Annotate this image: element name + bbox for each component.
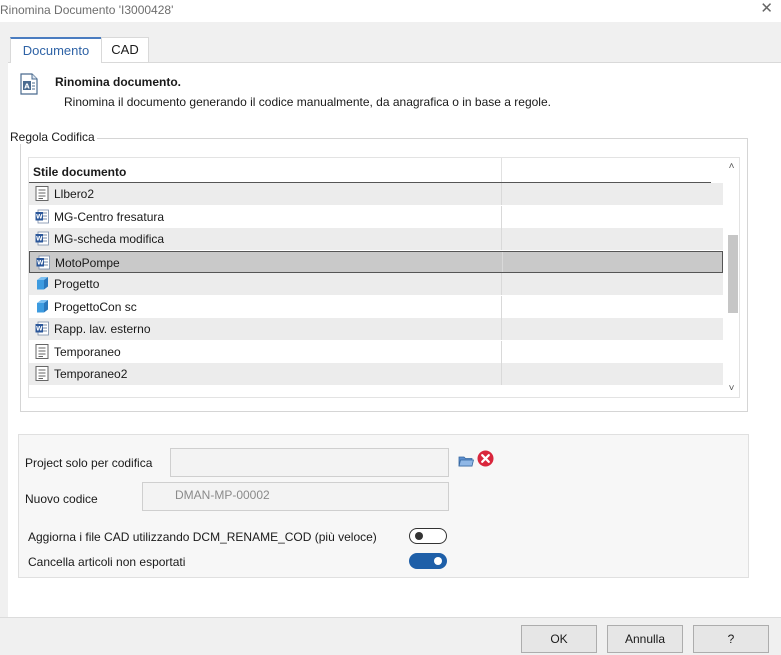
cell-separator bbox=[501, 363, 502, 385]
help-button[interactable]: ? bbox=[693, 625, 769, 653]
svg-text:W: W bbox=[36, 326, 43, 333]
project-input[interactable] bbox=[170, 448, 449, 477]
group-legend: Regola Codifica bbox=[9, 130, 97, 144]
cancella-articoli-label: Cancella articoli non esportati bbox=[28, 555, 186, 569]
cell-separator bbox=[501, 205, 502, 228]
column-separator bbox=[501, 158, 502, 183]
word-document-icon: A bbox=[20, 73, 38, 95]
column-header-stile[interactable]: Stile documento bbox=[33, 165, 126, 179]
grid-row[interactable]: Llbero2 bbox=[29, 183, 723, 205]
grid-row[interactable]: W MG-scheda modifica bbox=[29, 228, 723, 250]
scroll-up-icon[interactable]: ˄ bbox=[723, 158, 739, 175]
row-label: Rapp. lav. esterno bbox=[54, 322, 151, 336]
row-label: Llbero2 bbox=[54, 187, 95, 201]
grid-row[interactable]: Temporaneo2 bbox=[29, 363, 723, 385]
grid-row[interactable]: Temporaneo bbox=[29, 340, 723, 363]
word-icon: W bbox=[36, 255, 50, 270]
nuovo-codice-field: DMAN-MP-00002 bbox=[142, 482, 449, 511]
grid-row[interactable]: W MotoPompe bbox=[29, 250, 723, 273]
row-label: MG-Centro fresatura bbox=[54, 209, 165, 224]
document-lines-icon bbox=[35, 366, 49, 381]
document-lines-icon bbox=[35, 343, 49, 359]
close-icon[interactable]: ✕ bbox=[760, 1, 773, 17]
vertical-scrollbar[interactable]: ˄ ˅ bbox=[723, 158, 739, 397]
cube-icon bbox=[35, 276, 49, 291]
page-subtitle: Rinomina il documento generando il codic… bbox=[64, 95, 551, 109]
project-label: Project solo per codifica bbox=[25, 456, 153, 470]
row-label: Progetto bbox=[54, 277, 100, 291]
grid-row[interactable]: W MG-Centro fresatura bbox=[29, 205, 723, 228]
svg-text:W: W bbox=[36, 236, 43, 243]
grid-row[interactable]: Progetto bbox=[29, 273, 723, 295]
cell-separator bbox=[501, 183, 502, 205]
cube-icon bbox=[35, 299, 49, 314]
scroll-down-icon[interactable]: ˅ bbox=[723, 380, 739, 397]
toggle-knob bbox=[415, 532, 423, 540]
svg-text:W: W bbox=[36, 213, 43, 220]
grid-row[interactable]: ProgettoCon sc bbox=[29, 295, 723, 318]
document-lines-icon bbox=[35, 186, 49, 201]
svg-text:A: A bbox=[24, 83, 30, 91]
row-label: MG-scheda modifica bbox=[54, 232, 165, 246]
cell-separator bbox=[502, 251, 503, 272]
nuovo-codice-label: Nuovo codice bbox=[25, 492, 98, 506]
clear-icon[interactable] bbox=[477, 450, 494, 467]
window-title: Rinomina Documento 'I3000428' bbox=[0, 3, 174, 17]
row-label: Temporaneo bbox=[54, 344, 121, 359]
scroll-thumb[interactable] bbox=[728, 235, 738, 313]
stile-documento-grid: Stile documento Llbero2 W MG-Centro fresat… bbox=[28, 157, 740, 398]
svg-text:W: W bbox=[37, 259, 44, 266]
annulla-button[interactable]: Annulla bbox=[607, 625, 683, 653]
tab-cad[interactable]: CAD bbox=[101, 37, 149, 63]
toggle-knob bbox=[434, 557, 442, 565]
row-label: ProgettoCon sc bbox=[54, 299, 137, 314]
cell-separator bbox=[501, 228, 502, 250]
cell-separator bbox=[501, 340, 502, 363]
aggiorna-cad-label: Aggiorna i file CAD utilizzando DCM_RENA… bbox=[28, 530, 377, 544]
aggiorna-cad-toggle[interactable] bbox=[409, 528, 447, 544]
word-icon: W bbox=[35, 209, 49, 224]
grid-header: Stile documento bbox=[29, 158, 723, 183]
ok-button[interactable]: OK bbox=[521, 625, 597, 653]
grid-row[interactable]: W Rapp. lav. esterno bbox=[29, 318, 723, 340]
word-icon: W bbox=[35, 321, 49, 336]
cell-separator bbox=[501, 295, 502, 318]
tab-documento[interactable]: Documento bbox=[10, 37, 102, 63]
open-folder-icon[interactable] bbox=[458, 455, 474, 467]
title-bar: Rinomina Documento 'I3000428' ✕ bbox=[0, 0, 781, 22]
footer-divider bbox=[0, 617, 781, 618]
row-label: Temporaneo2 bbox=[54, 367, 128, 381]
page-title: Rinomina documento. bbox=[55, 75, 181, 89]
word-icon: W bbox=[35, 231, 49, 246]
row-label: MotoPompe bbox=[55, 255, 120, 270]
cell-separator bbox=[501, 318, 502, 340]
cell-separator bbox=[501, 273, 502, 295]
cancella-articoli-toggle[interactable] bbox=[409, 553, 447, 569]
